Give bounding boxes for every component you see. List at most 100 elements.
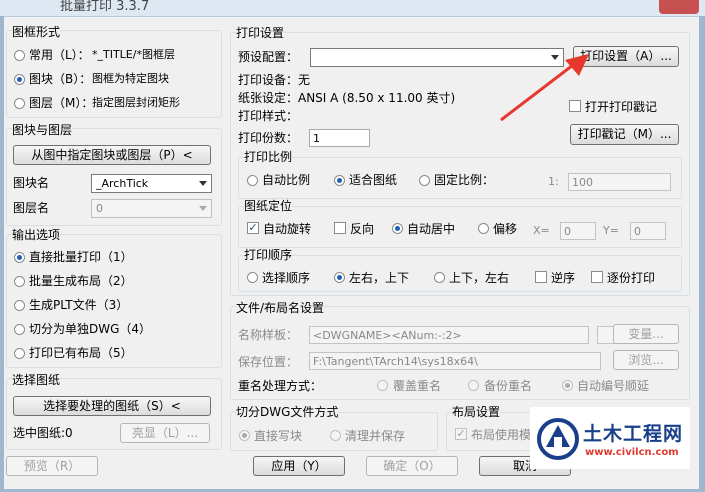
rename-overwrite-label: 覆盖重名 — [393, 379, 442, 393]
rename-overwrite-radio[interactable] — [377, 380, 388, 391]
reverse-order-label: 逆序 — [551, 271, 576, 285]
browse-button[interactable]: 浏览... — [613, 350, 679, 370]
scale-auto-label: 自动比例 — [262, 173, 311, 187]
scale-fit-label: 适合图纸 — [349, 173, 398, 187]
order-title: 打印顺序 — [244, 248, 293, 262]
save-location-label: 保存位置： — [238, 355, 299, 369]
block-name-select[interactable]: _ArchTick — [91, 174, 212, 193]
frame-layer-radio[interactable] — [14, 98, 25, 109]
block-name-value: _ArchTick — [96, 177, 149, 190]
rename-auto-number-radio[interactable] — [562, 380, 573, 391]
output-existing-layout-radio[interactable] — [14, 348, 25, 359]
auto-center-label: 自动居中 — [407, 222, 456, 236]
select-sheets-button[interactable]: 选择要处理的图纸（S）< — [13, 396, 211, 416]
order-select-label: 选择顺序 — [262, 271, 311, 285]
stamp-button[interactable]: 打印戳记（M）... — [570, 124, 679, 145]
block-layer-title: 图块与图层 — [12, 123, 73, 137]
copies-label: 打印份数： — [238, 131, 299, 145]
window-title: 批量打印 3.3.7 — [60, 0, 150, 14]
scale-auto-radio[interactable] — [247, 175, 258, 186]
order-select-radio[interactable] — [247, 272, 258, 283]
order-tb-radio[interactable] — [434, 272, 445, 283]
split-purge-save-label: 清理并保存 — [345, 429, 406, 443]
reverse-label: 反向 — [350, 222, 375, 236]
layer-name-label: 图层名 — [13, 201, 50, 215]
rename-backup-radio[interactable] — [468, 380, 479, 391]
rename-label: 重名处理方式： — [238, 379, 323, 393]
frame-common-value: *_TITLE/*图框层 — [92, 48, 175, 61]
frame-common-label: 常用（L）： — [29, 48, 90, 62]
split-write-block-radio[interactable] — [239, 430, 250, 441]
output-split-dwg-label: 切分为单独DWG（4） — [29, 322, 152, 336]
window-close-button[interactable] — [659, 0, 699, 14]
offset-x-input[interactable]: 0 — [560, 222, 596, 240]
pick-block-layer-button[interactable]: 从图中指定图块或图层（P）< — [13, 145, 211, 165]
variable-button[interactable]: 变量... — [613, 324, 679, 344]
device-line: 打印设备：无 — [238, 73, 311, 87]
block-name-label: 图块名 — [13, 176, 50, 190]
file-layout-title: 文件/布局名设置 — [236, 301, 325, 315]
output-batch-layout-label: 批量生成布局（2） — [29, 274, 133, 288]
scale-ratio-input[interactable]: 100 — [568, 173, 671, 191]
rename-auto-number-label: 自动编号顺延 — [577, 379, 650, 393]
output-batch-print-label: 直接批量打印（1） — [29, 250, 133, 264]
layer-name-value: 0 — [96, 202, 103, 215]
auto-rotate-label: 自动旋转 — [263, 222, 312, 236]
reverse-order-checkbox[interactable] — [535, 271, 547, 283]
chevron-down-icon — [199, 181, 207, 186]
select-sheets-title: 选择图纸 — [12, 373, 61, 387]
output-title: 输出选项 — [12, 228, 61, 242]
offset-y-input[interactable]: 0 — [630, 222, 666, 240]
preview-button[interactable]: 预览（R） — [6, 456, 98, 476]
offset-x-label: X= — [533, 224, 550, 237]
copies-input[interactable]: 1 — [309, 129, 370, 147]
paper-line: 纸张设定：ANSI A (8.50 x 11.00 英寸) — [238, 91, 456, 105]
frame-layer-label: 图层（M）： — [29, 96, 94, 110]
preset-label: 预设配置： — [238, 50, 299, 64]
frame-block-label: 图块（B）： — [29, 72, 92, 86]
scale-ratio-prefix: 1: — [548, 175, 559, 188]
output-batch-print-radio[interactable] — [14, 252, 25, 263]
output-split-dwg-radio[interactable] — [14, 324, 25, 335]
frame-block-radio[interactable] — [14, 74, 25, 85]
frame-block-value: 图框为特定图块 — [92, 72, 169, 85]
order-lr-radio[interactable] — [334, 272, 345, 283]
name-template-input[interactable]: <DWGNAME><ANum:-:2> — [309, 326, 589, 344]
offset-radio[interactable] — [478, 223, 489, 234]
frame-layer-value: 指定图层封闭矩形 — [92, 96, 180, 109]
layout-template-checkbox[interactable]: ✓ — [455, 428, 467, 440]
split-purge-save-radio[interactable] — [330, 430, 341, 441]
chevron-down-icon — [199, 206, 207, 211]
watermark-logo: 土木工程网 www.civilcn.com — [530, 407, 690, 469]
scale-title: 打印比例 — [244, 150, 293, 164]
layer-name-select[interactable]: 0 — [91, 199, 212, 218]
offset-label: 偏移 — [493, 222, 518, 236]
auto-rotate-checkbox[interactable]: ✓ — [247, 222, 259, 234]
style-line: 打印样式： — [238, 109, 299, 123]
output-plt-radio[interactable] — [14, 300, 25, 311]
auto-center-radio[interactable] — [392, 223, 403, 234]
layout-template-label: 布局使用模 — [471, 428, 532, 442]
scale-fit-radio[interactable] — [334, 175, 345, 186]
annotation-arrow-icon — [500, 54, 589, 122]
scale-fixed-radio[interactable] — [419, 175, 430, 186]
split-dwg-title: 切分DWG文件方式 — [236, 405, 339, 419]
apply-button[interactable]: 应用（Y） — [253, 456, 345, 476]
order-tb-label: 上下，左右 — [449, 271, 510, 285]
reverse-checkbox[interactable] — [334, 222, 346, 234]
copies-order-checkbox[interactable] — [591, 271, 603, 283]
output-plt-label: 生成PLT文件（3） — [29, 298, 129, 312]
civil-logo-icon — [537, 418, 579, 460]
save-location-input[interactable]: F:\Tangent\TArch14\sys18x64\ — [309, 352, 601, 370]
position-title: 图纸定位 — [244, 199, 293, 213]
output-batch-layout-radio[interactable] — [14, 276, 25, 287]
print-settings-title: 打印设置 — [236, 26, 285, 40]
watermark-name: 土木工程网 — [583, 423, 684, 445]
highlight-button[interactable]: 亮显（L）... — [120, 423, 210, 443]
name-template-label: 名称样板： — [238, 328, 299, 342]
watermark-url: www.civilcn.com — [585, 447, 679, 458]
copies-order-label: 逐份打印 — [607, 271, 656, 285]
ok-button[interactable]: 确定（O） — [366, 456, 458, 476]
rename-backup-label: 备份重名 — [484, 379, 533, 393]
frame-common-radio[interactable] — [14, 50, 25, 61]
